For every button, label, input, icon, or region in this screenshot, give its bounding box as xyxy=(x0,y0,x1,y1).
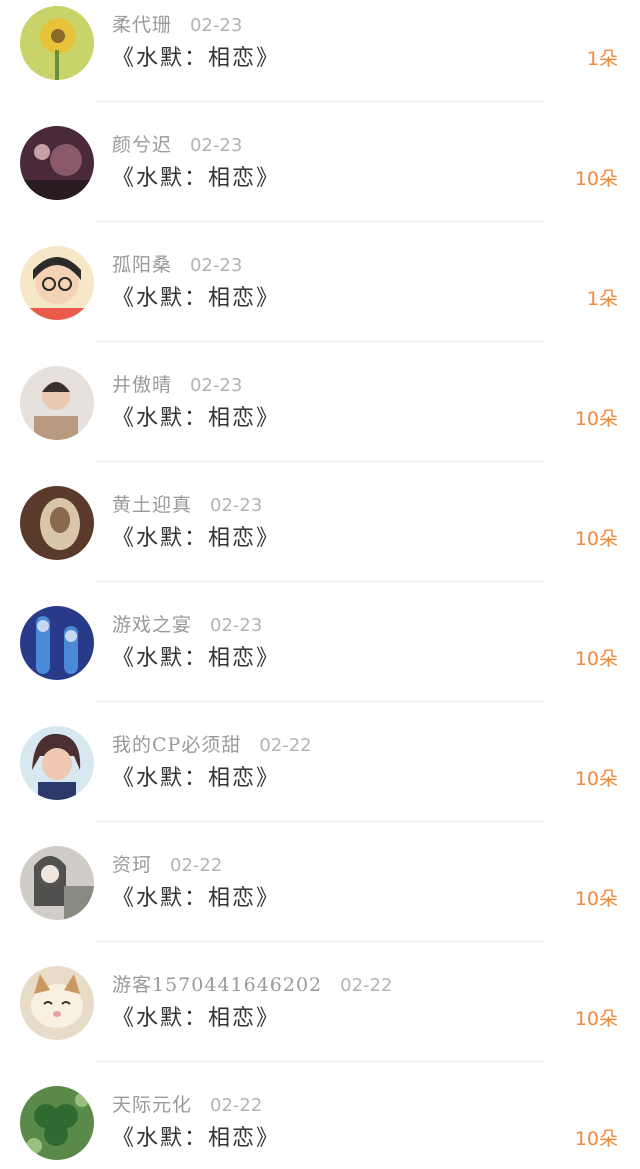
date: 02-23 xyxy=(190,135,243,156)
divider xyxy=(95,461,545,462)
gift-count: 10朵 xyxy=(574,1128,618,1150)
gift-count: 10朵 xyxy=(574,168,618,190)
avatar[interactable] xyxy=(20,486,94,560)
avatar[interactable] xyxy=(20,606,94,680)
divider xyxy=(95,101,545,102)
book-title[interactable]: 《水默：相恋》 xyxy=(112,280,280,312)
avatar-image xyxy=(20,606,94,680)
list-item[interactable]: 资珂 02-22 《水默：相恋》 10朵 xyxy=(0,840,640,960)
avatar[interactable] xyxy=(20,726,94,800)
list-item[interactable]: 天际元化 02-22 《水默：相恋》 10朵 xyxy=(0,1080,640,1169)
book-title[interactable]: 《水默：相恋》 xyxy=(112,400,280,432)
username[interactable]: 孤阳桑 xyxy=(112,250,172,277)
list-item[interactable]: 柔代珊 02-23 《水默：相恋》 1朵 xyxy=(0,0,640,120)
book-title[interactable]: 《水默：相恋》 xyxy=(112,640,280,672)
book-title[interactable]: 《水默：相恋》 xyxy=(112,40,280,72)
avatar-image xyxy=(20,1086,94,1160)
avatar[interactable] xyxy=(20,966,94,1040)
avatar[interactable] xyxy=(20,6,94,80)
gift-count: 10朵 xyxy=(574,528,618,550)
date: 02-23 xyxy=(190,375,243,396)
divider xyxy=(95,1061,545,1062)
list-item[interactable]: 黄土迎真 02-23 《水默：相恋》 10朵 xyxy=(0,480,640,600)
divider xyxy=(95,581,545,582)
date: 02-23 xyxy=(190,255,243,276)
list-item[interactable]: 颜兮迟 02-23 《水默：相恋》 10朵 xyxy=(0,120,640,240)
avatar-image xyxy=(20,726,94,800)
avatar[interactable] xyxy=(20,126,94,200)
divider xyxy=(95,221,545,222)
username[interactable]: 井傲晴 xyxy=(112,370,172,397)
avatar-image xyxy=(20,366,94,440)
gift-count: 1朵 xyxy=(586,288,618,310)
date: 02-23 xyxy=(210,615,263,636)
avatar-image xyxy=(20,846,94,920)
divider xyxy=(95,341,545,342)
date: 02-22 xyxy=(170,855,223,876)
date: 02-22 xyxy=(210,1095,263,1116)
divider xyxy=(95,701,545,702)
gift-count: 10朵 xyxy=(574,408,618,430)
gift-count: 1朵 xyxy=(586,48,618,70)
username[interactable]: 黄土迎真 xyxy=(112,490,192,517)
book-title[interactable]: 《水默：相恋》 xyxy=(112,760,280,792)
username[interactable]: 游戏之宴 xyxy=(112,610,192,637)
book-title[interactable]: 《水默：相恋》 xyxy=(112,520,280,552)
book-title[interactable]: 《水默：相恋》 xyxy=(112,1120,280,1152)
gift-record-list: 柔代珊 02-23 《水默：相恋》 1朵 颜兮迟 02-23 《水默：相恋》 1… xyxy=(0,0,640,1169)
avatar-image xyxy=(20,126,94,200)
username[interactable]: 我的CP必须甜 xyxy=(112,730,241,757)
username[interactable]: 天际元化 xyxy=(112,1090,192,1117)
book-title[interactable]: 《水默：相恋》 xyxy=(112,1000,280,1032)
username[interactable]: 颜兮迟 xyxy=(112,130,172,157)
avatar[interactable] xyxy=(20,846,94,920)
date: 02-23 xyxy=(210,495,263,516)
avatar[interactable] xyxy=(20,366,94,440)
date: 02-22 xyxy=(259,735,312,756)
list-item[interactable]: 井傲晴 02-23 《水默：相恋》 10朵 xyxy=(0,360,640,480)
gift-count: 10朵 xyxy=(574,648,618,670)
list-item[interactable]: 我的CP必须甜 02-22 《水默：相恋》 10朵 xyxy=(0,720,640,840)
gift-count: 10朵 xyxy=(574,768,618,790)
avatar-image xyxy=(20,246,94,320)
book-title[interactable]: 《水默：相恋》 xyxy=(112,160,280,192)
book-title[interactable]: 《水默：相恋》 xyxy=(112,880,280,912)
avatar[interactable] xyxy=(20,1086,94,1160)
avatar-image xyxy=(20,486,94,560)
username[interactable]: 游客1570441646202 xyxy=(112,970,322,997)
avatar[interactable] xyxy=(20,246,94,320)
avatar-image xyxy=(20,966,94,1040)
list-item[interactable]: 孤阳桑 02-23 《水默：相恋》 1朵 xyxy=(0,240,640,360)
list-item[interactable]: 游戏之宴 02-23 《水默：相恋》 10朵 xyxy=(0,600,640,720)
avatar-image xyxy=(20,6,94,80)
username[interactable]: 资珂 xyxy=(112,850,152,877)
gift-count: 10朵 xyxy=(574,1008,618,1030)
date: 02-23 xyxy=(190,15,243,36)
date: 02-22 xyxy=(340,975,393,996)
divider xyxy=(95,941,545,942)
gift-count: 10朵 xyxy=(574,888,618,910)
list-item[interactable]: 游客1570441646202 02-22 《水默：相恋》 10朵 xyxy=(0,960,640,1080)
username[interactable]: 柔代珊 xyxy=(112,10,172,37)
divider xyxy=(95,821,545,822)
